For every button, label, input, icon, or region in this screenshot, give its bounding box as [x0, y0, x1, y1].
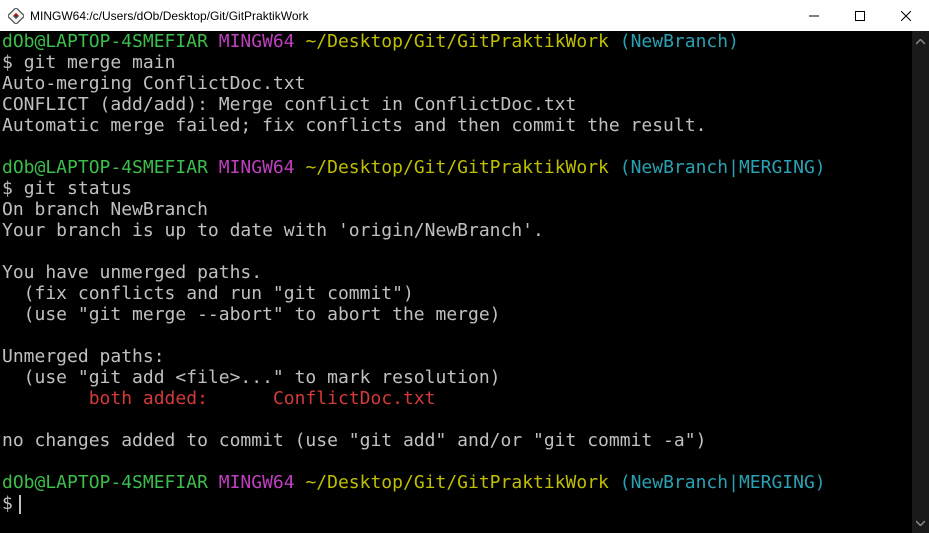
conflict-line: both added: ConflictDoc.txt	[2, 388, 912, 409]
command-line: $ git status	[2, 178, 912, 199]
close-button[interactable]	[883, 0, 929, 31]
maximize-icon	[855, 10, 865, 21]
output-line: Unmerged paths:	[2, 346, 165, 367]
command-text: git status	[23, 178, 133, 199]
git-bash-icon	[8, 7, 24, 24]
output-line: no changes added to commit (use "git add…	[2, 430, 707, 451]
prompt-mingw: MINGW64	[218, 31, 295, 52]
prompt-path: ~/Desktop/Git/GitPraktikWork	[305, 157, 609, 178]
prompt-branch: (NewBranch|MERGING)	[619, 157, 826, 178]
prompt-path: ~/Desktop/Git/GitPraktikWork	[305, 31, 609, 52]
minimize-button[interactable]	[791, 0, 837, 31]
output-line: (use "git add <file>..." to mark resolut…	[2, 367, 501, 388]
conflict-file: ConflictDoc.txt	[272, 388, 436, 409]
prompt-symbol: $	[2, 493, 13, 514]
prompt-symbol: $	[2, 178, 13, 199]
prompt-line: dOb@LAPTOP-4SMEFIAR MINGW64 ~/Desktop/Gi…	[2, 157, 912, 178]
chevron-up-icon	[916, 38, 925, 45]
prompt-line: dOb@LAPTOP-4SMEFIAR MINGW64 ~/Desktop/Gi…	[2, 472, 912, 493]
output-line: Your branch is up to date with 'origin/N…	[2, 220, 544, 241]
prompt-branch: (NewBranch)	[619, 31, 739, 52]
output-line: On branch NewBranch	[2, 199, 208, 220]
title-bar[interactable]: MINGW64:/c/Users/dOb/Desktop/Git/GitPrak…	[0, 0, 929, 31]
prompt-line: dOb@LAPTOP-4SMEFIAR MINGW64 ~/Desktop/Gi…	[2, 31, 912, 52]
prompt-path: ~/Desktop/Git/GitPraktikWork	[305, 472, 609, 493]
output-line: Auto-merging ConflictDoc.txt	[2, 73, 306, 94]
input-line[interactable]: $	[2, 493, 912, 514]
scroll-up-button[interactable]	[912, 33, 929, 50]
prompt-branch: (NewBranch|MERGING)	[619, 472, 826, 493]
window-title: MINGW64:/c/Users/dOb/Desktop/Git/GitPrak…	[30, 8, 309, 23]
prompt-symbol: $	[2, 52, 13, 73]
minimize-icon	[809, 15, 819, 16]
command-line: $ git merge main	[2, 52, 912, 73]
close-icon	[901, 10, 911, 21]
command-text: git merge main	[23, 52, 176, 73]
scroll-down-button[interactable]	[912, 514, 929, 531]
both-added-label: both added:	[88, 388, 208, 409]
vertical-scrollbar[interactable]	[912, 31, 929, 533]
prompt-user-host: dOb@LAPTOP-4SMEFIAR	[2, 31, 208, 52]
output-line: CONFLICT (add/add): Merge conflict in Co…	[2, 94, 577, 115]
prompt-user-host: dOb@LAPTOP-4SMEFIAR	[2, 157, 208, 178]
output-line: (fix conflicts and run "git commit")	[2, 283, 414, 304]
maximize-button[interactable]	[837, 0, 883, 31]
window-controls	[791, 0, 929, 31]
prompt-user-host: dOb@LAPTOP-4SMEFIAR	[2, 472, 208, 493]
prompt-mingw: MINGW64	[218, 472, 295, 493]
output-line: You have unmerged paths.	[2, 262, 263, 283]
scroll-thumb[interactable]	[916, 51, 925, 511]
terminal-output[interactable]: dOb@LAPTOP-4SMEFIAR MINGW64 ~/Desktop/Gi…	[0, 31, 912, 533]
chevron-down-icon	[916, 519, 925, 526]
text-cursor	[18, 494, 21, 514]
output-line: Automatic merge failed; fix conflicts an…	[2, 115, 707, 136]
output-line: (use "git merge --abort" to abort the me…	[2, 304, 501, 325]
prompt-mingw: MINGW64	[218, 157, 295, 178]
